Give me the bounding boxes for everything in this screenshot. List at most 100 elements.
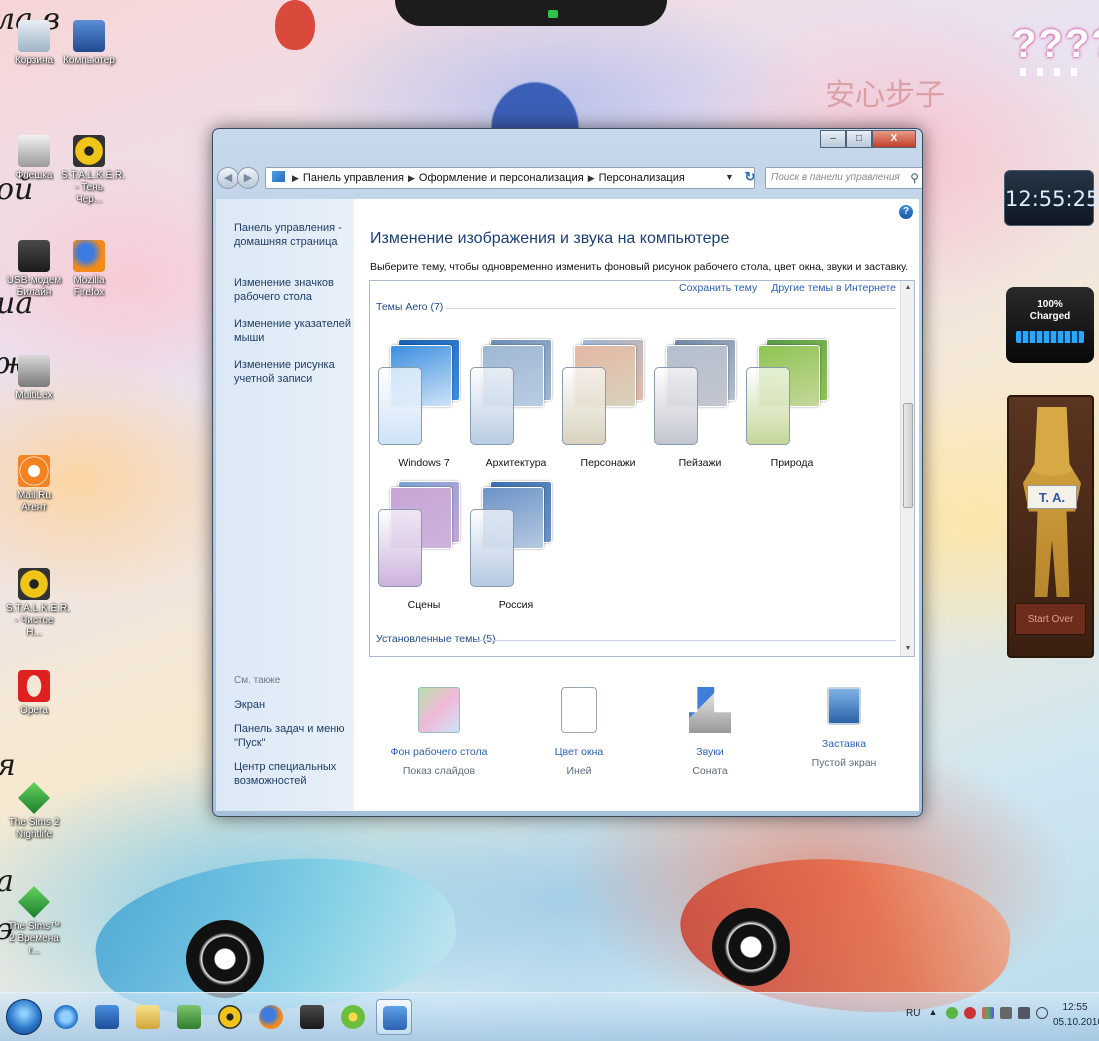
address-dropdown-icon[interactable]: ▼ (725, 167, 734, 187)
theme-color-swatch (470, 367, 514, 445)
taskbar-button[interactable] (294, 999, 330, 1035)
sidebar-home-link[interactable]: Панель управления - домашняя страница (234, 221, 352, 249)
battery-level-bar (1016, 331, 1084, 343)
theme-item[interactable]: Персонажи (562, 339, 654, 471)
sidebar-link-desktop-icons[interactable]: Изменение значков рабочего стола (234, 276, 352, 304)
help-icon[interactable]: ? (899, 205, 913, 219)
more-themes-link[interactable]: Другие темы в Интернете (771, 282, 896, 294)
setting-link[interactable]: Звуки (655, 746, 765, 758)
scroll-up-button[interactable]: ▲ (901, 281, 914, 295)
themes-scrollbar[interactable]: ▲ ▼ (900, 281, 914, 656)
desktop-background-setting[interactable]: Фон рабочего стола Показ слайдов (384, 687, 494, 777)
see-also-link-taskbar[interactable]: Панель задач и меню "Пуск" (234, 722, 352, 750)
breadcrumb-item[interactable]: Оформление и персонализация (419, 172, 584, 184)
desktop-icon-firefox[interactable]: Mozilla Firefox (61, 240, 117, 299)
taskbar-clock[interactable]: 12:55 05.10.2010 (1053, 1000, 1099, 1030)
setting-link[interactable]: Цвет окна (524, 746, 634, 758)
taskbar-button[interactable] (171, 999, 207, 1035)
network-tray-icon[interactable] (1018, 1007, 1031, 1019)
taskbar-button[interactable] (253, 999, 289, 1035)
screensaver-setting[interactable]: Заставка Пустой экран (789, 687, 899, 769)
breadcrumb-item[interactable]: Персонализация (599, 172, 685, 184)
back-button[interactable]: ◀ (217, 167, 239, 189)
desktop-icon-flash[interactable]: Флешка (6, 135, 62, 182)
start-button[interactable] (6, 999, 42, 1035)
screensaver-icon (827, 687, 861, 725)
see-also-link-accessibility[interactable]: Центр специальных возможностей (234, 760, 352, 788)
taskbar-button[interactable] (89, 999, 125, 1035)
desktop-icon-modem[interactable]: USB-модем Билайн (6, 240, 62, 299)
breadcrumb-item[interactable]: Панель управления (303, 172, 404, 184)
overlay-fragment: я (0, 748, 16, 783)
taskbar-button[interactable] (130, 999, 166, 1035)
theme-item[interactable]: Windows 7 (378, 339, 470, 471)
multilex-icon (18, 355, 50, 387)
theme-item[interactable]: Сцены (378, 481, 470, 613)
desktop-icon-label: S.T.A.L.K.E.R. - Тень Чер... (61, 170, 125, 205)
desktop-icon-label: The Sims 2 Nightlife (8, 817, 60, 840)
setting-link[interactable]: Заставка (789, 738, 899, 750)
fish-eye-decoration (186, 920, 264, 998)
battery-status: Charged (1029, 311, 1071, 322)
desktop-icon-recycle-bin[interactable]: Корзина (6, 20, 62, 67)
save-theme-link[interactable]: Сохранить тему (679, 282, 757, 294)
stalker-icon (18, 568, 50, 600)
close-button[interactable]: X (872, 130, 916, 148)
window-color-setting[interactable]: Цвет окна Иней (524, 687, 634, 777)
calligraphy-decoration: 安心步子 (825, 78, 945, 113)
show-hidden-icons-icon[interactable]: ▲ (928, 1007, 940, 1019)
taskbar-button[interactable] (376, 999, 412, 1035)
maximize-button[interactable]: □ (846, 130, 872, 148)
desktop-icon-stalker[interactable]: S.T.A.L.K.E.R. - Тень Чер... (61, 135, 125, 206)
sidebar-link-account-picture[interactable]: Изменение рисунка учетной записи (234, 358, 352, 386)
theme-item[interactable]: Россия (470, 481, 562, 613)
desktop-icon-sims-nightlife[interactable]: The Sims 2 Nightlife (6, 782, 62, 841)
forward-button[interactable]: ▶ (237, 167, 259, 189)
clock-gadget[interactable]: 12:55:25 (1004, 170, 1099, 226)
installed-themes-heading: Установленные темы (5) (376, 633, 896, 645)
scroll-thumb[interactable] (903, 403, 913, 508)
battery-gadget[interactable]: 100% Charged (1006, 287, 1094, 363)
theme-label: Природа (770, 457, 814, 469)
desktop-icon-opera[interactable]: Opera (6, 670, 62, 717)
sidebar-link-mouse-pointers[interactable]: Изменение указателей мыши (234, 317, 352, 345)
scroll-down-button[interactable]: ▼ (901, 642, 914, 656)
question-gadget[interactable]: ???? (1012, 22, 1099, 67)
theme-item[interactable]: Архитектура (470, 339, 562, 471)
battery-tray-icon[interactable] (1000, 1007, 1013, 1019)
opera-tray-icon[interactable] (964, 1007, 977, 1019)
theme-item[interactable]: Пейзажи (654, 339, 746, 471)
see-also-links: Экран Панель задач и меню "Пуск" Центр с… (234, 698, 352, 798)
setting-value: Иней (566, 765, 592, 777)
refresh-button[interactable]: ↻ (740, 167, 760, 189)
search-input[interactable]: Поиск в панели управления ⚲ (765, 167, 922, 189)
modem-icon (18, 240, 50, 272)
desktop-icon-multilex[interactable]: MultiLex (6, 355, 62, 402)
theme-item[interactable]: Природа (746, 339, 838, 471)
start-over-button[interactable]: Start Over (1015, 603, 1086, 635)
icq-tray-icon[interactable] (946, 1007, 959, 1019)
taskbar-button[interactable] (212, 999, 248, 1035)
theme-color-swatch (654, 367, 698, 445)
themes-list[interactable]: Сохранить тему Другие темы в Интернете Те… (369, 280, 915, 657)
setting-link[interactable]: Фон рабочего стола (384, 746, 494, 758)
desktop-icon-sims-seasons[interactable]: The Sims™ 2 Времена г... (6, 886, 62, 957)
see-also-link-display[interactable]: Экран (234, 698, 352, 712)
volume-icon[interactable] (1036, 1007, 1049, 1019)
media-player-icon (177, 1005, 201, 1029)
sounds-setting[interactable]: Звуки Соната (655, 687, 765, 777)
voodoo-doll-gadget[interactable]: T. A. Start Over (1007, 395, 1094, 658)
question-gadget-dots (1020, 68, 1080, 76)
outlook-icon (95, 1005, 119, 1029)
search-icon[interactable]: ⚲ (910, 168, 919, 188)
language-indicator[interactable]: RU (906, 1008, 920, 1019)
flag-tray-icon[interactable] (982, 1007, 995, 1019)
desktop-icon-mail-agent[interactable]: Mail.Ru Агент (6, 455, 62, 514)
address-bar[interactable]: ▶ Панель управления ▶ Оформление и персонал… (265, 167, 755, 189)
taskbar-button[interactable] (48, 999, 84, 1035)
breadcrumb-separator: ▶ (407, 173, 415, 183)
minimize-button[interactable]: – (820, 130, 846, 148)
desktop-icon-computer[interactable]: Компьютер (61, 20, 117, 67)
taskbar-button[interactable] (335, 999, 371, 1035)
desktop-icon-stalker-2[interactable]: S.T.A.L.K.E.R. - Чистое Н... (6, 568, 70, 639)
